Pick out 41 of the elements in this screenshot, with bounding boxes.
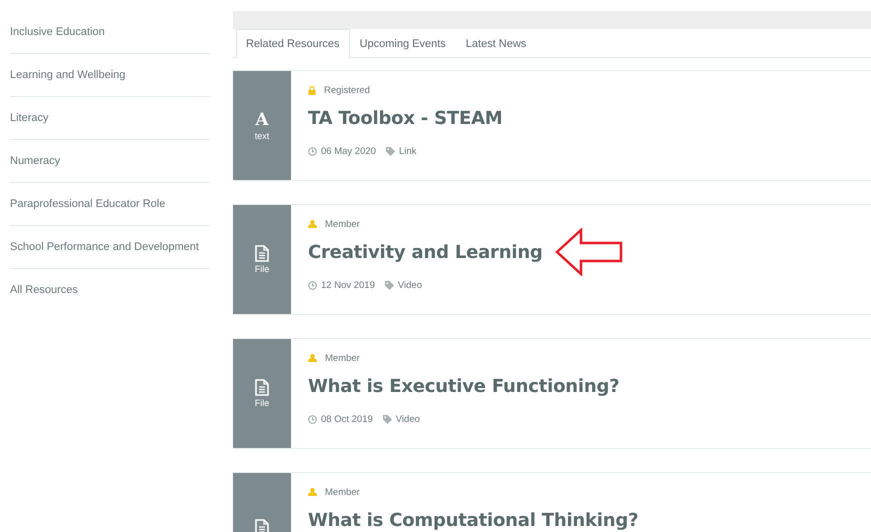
tab[interactable]: Related Resources — [236, 29, 350, 58]
access-level: Member — [325, 486, 360, 498]
sidebar-link[interactable]: Learning and Wellbeing — [10, 69, 126, 81]
type-label: text — [254, 130, 270, 140]
tag-text: Video — [398, 280, 422, 291]
clock-icon — [308, 415, 317, 424]
type-label: File — [254, 264, 270, 274]
type-label: File — [254, 398, 270, 408]
tag-icon — [386, 147, 395, 156]
sidebar-link[interactable]: Numeracy — [10, 155, 60, 167]
resource-title[interactable]: What is Computational Thinking? — [308, 510, 638, 530]
date-text: 12 Nov 2019 — [321, 280, 375, 291]
user-icon — [308, 220, 317, 228]
clock-icon — [308, 147, 317, 156]
tab[interactable]: Upcoming Events — [350, 29, 456, 58]
sidebar-link[interactable]: Paraprofessional Educator Role — [10, 198, 166, 210]
access-level: Registered — [324, 84, 370, 96]
user-icon — [308, 354, 317, 362]
tag-text: Link — [398, 146, 416, 157]
lock-icon — [308, 86, 316, 94]
user-icon — [308, 488, 317, 496]
letter-icon: A — [255, 110, 269, 128]
document-icon — [255, 379, 269, 396]
document-icon — [255, 245, 269, 262]
sidebar-link[interactable]: All Resources — [10, 284, 78, 296]
sidebar-link[interactable]: Literacy — [10, 112, 49, 124]
access-level: Member — [325, 218, 360, 230]
tab[interactable]: Latest News — [456, 29, 536, 58]
resource-title[interactable]: Creativity and Learning — [308, 242, 543, 262]
tag-icon — [384, 281, 394, 290]
document-icon — [255, 519, 269, 532]
access-level: Member — [325, 352, 360, 364]
date-text: 06 May 2020 — [321, 146, 376, 157]
resource-title[interactable]: TA Toolbox - STEAM — [308, 108, 503, 128]
tag-icon — [382, 415, 392, 424]
clock-icon — [308, 281, 317, 290]
resource-title[interactable]: What is Executive Functioning? — [308, 376, 620, 396]
date-text: 08 Oct 2019 — [321, 414, 373, 425]
tag-text: Video — [396, 414, 420, 425]
sidebar-link[interactable]: School Performance and Development — [10, 241, 199, 253]
sidebar-link[interactable]: Inclusive Education — [10, 26, 105, 38]
